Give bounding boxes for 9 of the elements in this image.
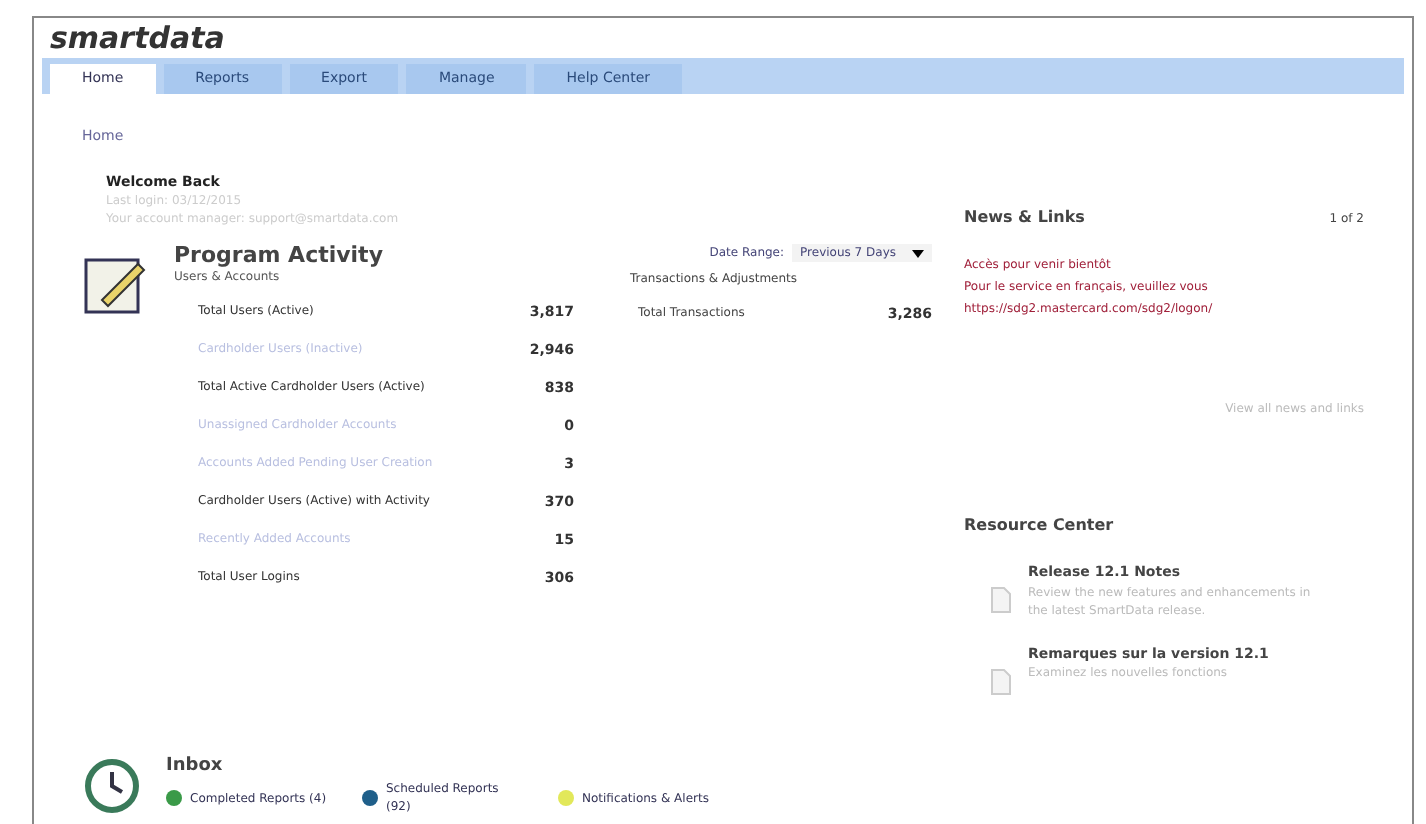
document-icon — [988, 586, 1012, 614]
section-title: Program Activity — [174, 244, 385, 268]
caret-icon — [912, 249, 924, 257]
document-icon — [988, 667, 1012, 695]
logo: smartdata — [48, 18, 227, 58]
clock-icon — [82, 756, 142, 816]
section-title: News & Links — [964, 206, 1085, 230]
section-title: Inbox — [166, 753, 225, 779]
section-title: Resource Center — [964, 514, 1116, 538]
